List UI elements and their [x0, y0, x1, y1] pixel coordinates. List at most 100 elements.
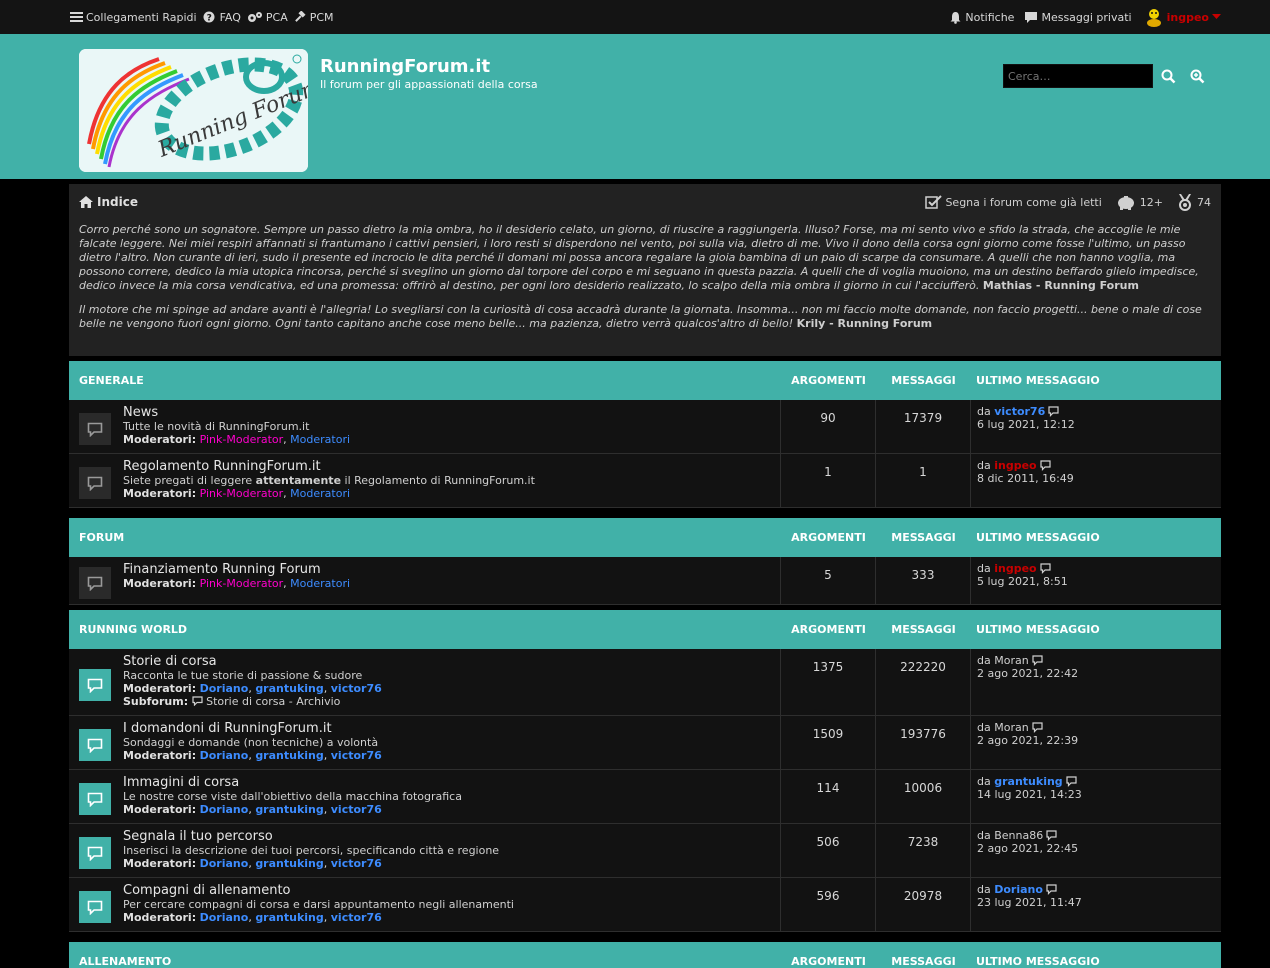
moderator-link[interactable]: victor76: [331, 857, 382, 870]
forum-status-icon[interactable]: [79, 783, 111, 815]
column-posts: MESSAGGI: [891, 623, 956, 636]
moderator-link[interactable]: victor76: [331, 749, 382, 762]
moderator-link[interactable]: victor76: [331, 803, 382, 816]
column-last-post: ULTIMO MESSAGGIO: [976, 955, 1100, 968]
site-logo[interactable]: Running Forum: [79, 49, 308, 172]
site-title[interactable]: RunningForum.it: [320, 56, 490, 77]
forum-status-icon[interactable]: [79, 413, 111, 445]
last-post-author[interactable]: victor76: [994, 405, 1045, 418]
notifications-link[interactable]: Notifiche: [949, 11, 1014, 24]
last-post-author[interactable]: Moran: [994, 721, 1028, 734]
view-last-post-icon[interactable]: [1040, 563, 1051, 574]
breadcrumb[interactable]: Indice: [79, 195, 138, 209]
forum-title-link[interactable]: Finanziamento Running Forum: [123, 562, 321, 577]
user-menu[interactable]: ingpeo: [1144, 7, 1221, 27]
bell-icon: [950, 11, 961, 24]
category-title[interactable]: GENERALE: [69, 374, 781, 387]
mark-forums-read-link[interactable]: Segna i forum come già letti: [925, 195, 1102, 209]
forum-status-icon[interactable]: [79, 669, 111, 701]
forum-title-link[interactable]: I domandoni di RunningForum.it: [123, 721, 332, 736]
forum-main: Compagni di allenamento Per cercare compa…: [69, 878, 781, 931]
last-post-author[interactable]: Doriano: [994, 883, 1043, 896]
forum-status-icon[interactable]: [79, 467, 111, 499]
category-title[interactable]: RUNNING WORLD: [69, 623, 781, 636]
private-messages-link[interactable]: Messaggi privati: [1024, 11, 1132, 24]
moderator-link[interactable]: grantuking: [255, 803, 323, 816]
badge-piggy[interactable]: 12+: [1116, 194, 1163, 210]
moderator-link[interactable]: Doriano: [200, 911, 249, 924]
moderator-link[interactable]: Moderatori: [290, 433, 350, 446]
category-header: ALLENAMENTO ARGOMENTI MESSAGGI ULTIMO MESSA…: [69, 942, 1221, 968]
last-post-author[interactable]: Moran: [994, 654, 1028, 667]
view-last-post-icon[interactable]: [1032, 722, 1043, 733]
comment-icon: [87, 846, 103, 861]
subforum-link[interactable]: Storie di corsa - Archivio: [206, 695, 340, 708]
moderators-label: Moderatori:: [123, 857, 197, 870]
moderator-link[interactable]: victor76: [331, 682, 382, 695]
forum-posts-count: 333: [876, 557, 971, 604]
view-last-post-icon[interactable]: [1040, 460, 1051, 471]
top-bar: Collegamenti Rapidi ? FAQ PCA PCM Notifi…: [0, 0, 1270, 34]
forum-last-post: da Moran 2 ago 2021, 22:42: [971, 649, 1078, 715]
advanced-search-button[interactable]: [1188, 67, 1206, 85]
forum-status-icon[interactable]: [79, 729, 111, 761]
last-post-author[interactable]: grantuking: [994, 775, 1062, 788]
moderator-link[interactable]: Doriano: [200, 749, 249, 762]
subforum-label: Subforum:: [123, 695, 189, 708]
forum-description: Sondaggi e domande (non tecniche) a volo…: [123, 736, 379, 749]
moderator-link[interactable]: Pink-Moderator: [200, 433, 284, 446]
last-post-date: 14 lug 2021, 14:23: [977, 788, 1082, 801]
username-label: ingpeo: [1166, 10, 1209, 24]
last-post-date: 2 ago 2021, 22:39: [977, 734, 1079, 747]
search-input[interactable]: [1003, 64, 1153, 88]
forum-title-link[interactable]: Compagni di allenamento: [123, 883, 291, 898]
moderator-link[interactable]: Moderatori: [290, 577, 350, 590]
last-post-author[interactable]: ingpeo: [994, 562, 1036, 575]
view-last-post-icon[interactable]: [1048, 406, 1059, 417]
ucp-link[interactable]: PCA: [247, 11, 288, 24]
notifications-label: Notifiche: [965, 10, 1015, 24]
forum-title-link[interactable]: Segnala il tuo percorso: [123, 829, 273, 844]
forum-status-icon[interactable]: [79, 837, 111, 869]
category-title[interactable]: FORUM: [69, 531, 781, 544]
last-post-by-label: da: [977, 562, 991, 575]
forum-title-link[interactable]: Regolamento RunningForum.it: [123, 459, 321, 474]
search-button[interactable]: [1159, 67, 1177, 85]
moderator-link[interactable]: Doriano: [200, 803, 249, 816]
forum-status-icon[interactable]: [79, 567, 111, 599]
moderator-link[interactable]: grantuking: [255, 749, 323, 762]
forum-last-post: da ingpeo 8 dic 2011, 16:49: [971, 454, 1074, 507]
last-post-author[interactable]: Benna86: [994, 829, 1043, 842]
forum-posts-count: 7238: [876, 824, 971, 877]
moderator-link[interactable]: Pink-Moderator: [200, 577, 284, 590]
view-last-post-icon[interactable]: [1032, 655, 1043, 666]
category-title[interactable]: ALLENAMENTO: [69, 955, 781, 968]
nav-actions: Segna i forum come già letti 12+ 74: [925, 193, 1211, 211]
faq-link[interactable]: ? FAQ: [203, 11, 241, 24]
view-last-post-icon[interactable]: [1046, 884, 1057, 895]
forum-status-icon[interactable]: [79, 891, 111, 923]
forum-title-link[interactable]: News: [123, 405, 158, 420]
last-post-author[interactable]: ingpeo: [994, 459, 1036, 472]
moderator-link[interactable]: victor76: [331, 911, 382, 924]
forum-topics-count: 506: [781, 824, 876, 877]
quick-links-menu[interactable]: Collegamenti Rapidi: [70, 11, 197, 24]
moderator-link[interactable]: grantuking: [255, 682, 323, 695]
view-last-post-icon[interactable]: [1066, 776, 1077, 787]
moderator-link[interactable]: grantuking: [255, 911, 323, 924]
moderator-link[interactable]: Moderatori: [290, 487, 350, 500]
mcp-link[interactable]: PCM: [294, 10, 334, 24]
quick-links-label: Collegamenti Rapidi: [86, 10, 197, 24]
forum-title-link[interactable]: Immagini di corsa: [123, 775, 239, 790]
moderator-link[interactable]: Doriano: [200, 857, 249, 870]
view-last-post-icon[interactable]: [1046, 830, 1057, 841]
moderator-link[interactable]: Doriano: [200, 682, 249, 695]
moderator-link[interactable]: Pink-Moderator: [200, 487, 284, 500]
last-post-date: 6 lug 2021, 12:12: [977, 418, 1075, 431]
last-post-by-label: da: [977, 405, 991, 418]
badge-medal[interactable]: 74: [1177, 193, 1211, 211]
moderator-link[interactable]: grantuking: [255, 857, 323, 870]
avatar: [1146, 9, 1161, 27]
forum-description: Per cercare compagni di corsa e darsi ap…: [123, 898, 514, 911]
forum-title-link[interactable]: Storie di corsa: [123, 654, 217, 669]
